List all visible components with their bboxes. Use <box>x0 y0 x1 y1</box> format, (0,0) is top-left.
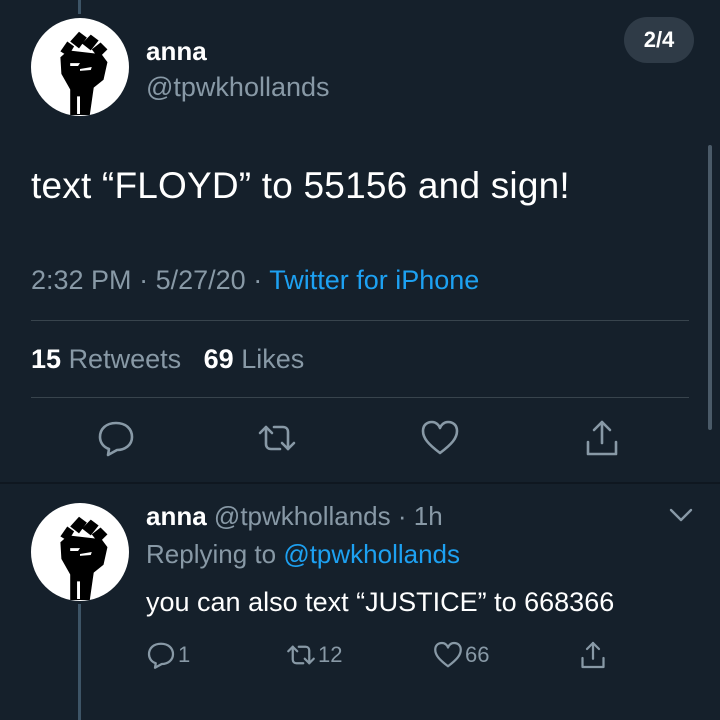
author-handle[interactable]: @tpwkhollands <box>146 72 330 103</box>
reply-header: anna @tpwkhollands · 1h <box>146 501 443 532</box>
thread-line-bottom <box>78 604 81 720</box>
raised-fist-icon <box>60 31 108 116</box>
reply-share-button[interactable] <box>578 638 610 672</box>
retweets-stat[interactable]: 15 Retweets <box>31 344 181 374</box>
scrollbar[interactable] <box>708 145 712 430</box>
reply-author-handle[interactable]: @tpwkhollands <box>214 501 391 531</box>
share-icon <box>581 641 605 669</box>
raised-fist-icon <box>60 516 108 601</box>
like-icon <box>434 641 462 668</box>
avatar[interactable] <box>31 18 129 116</box>
likes-label: Likes <box>241 344 305 374</box>
tweet-source-link[interactable]: Twitter for iPhone <box>269 265 479 295</box>
reply-reply-button[interactable]: 1 <box>146 638 190 672</box>
reply-icon[interactable] <box>96 418 136 458</box>
chevron-down-icon[interactable] <box>667 505 695 525</box>
reply-age: 1h <box>413 501 443 531</box>
section-divider <box>0 482 720 484</box>
replying-to: Replying to @tpwkhollands <box>146 539 460 570</box>
replying-to-mention[interactable]: @tpwkhollands <box>283 539 460 569</box>
tweet-text: text “FLOYD” to 55156 and sign! <box>31 165 570 206</box>
meta-separator: · <box>253 265 263 295</box>
likes-count: 69 <box>203 344 234 374</box>
like-icon[interactable] <box>420 418 460 458</box>
share-icon[interactable] <box>582 418 622 458</box>
tweet-stats: 15 Retweets 69 Likes <box>31 344 304 375</box>
retweet-count: 12 <box>318 642 343 667</box>
retweet-icon[interactable] <box>257 418 297 458</box>
tweet-date: 5/27/20 <box>155 265 246 295</box>
reply-action-bar: 1 12 66 <box>0 638 720 678</box>
author-name[interactable]: anna <box>146 36 207 67</box>
reply-icon <box>147 642 175 669</box>
meta-separator: · <box>139 265 149 295</box>
divider <box>31 320 689 321</box>
like-count: 66 <box>465 642 490 667</box>
thread-line-top <box>78 0 81 14</box>
reply-like-button[interactable]: 66 <box>433 638 489 672</box>
page-indicator-badge: 2/4 <box>624 17 694 63</box>
meta-separator: · <box>397 501 407 531</box>
reply-count: 1 <box>178 642 191 667</box>
tweet-time: 2:32 PM <box>31 265 132 295</box>
retweets-count: 15 <box>31 344 62 374</box>
likes-stat[interactable]: 69 Likes <box>204 344 305 374</box>
reply-author-name[interactable]: anna <box>146 501 207 531</box>
tweet-action-bar <box>0 418 720 468</box>
retweet-icon <box>287 645 315 665</box>
reply-text: you can also text “JUSTICE” to 668366 <box>146 587 615 617</box>
replying-to-label: Replying to <box>146 539 277 569</box>
reply-retweet-button[interactable]: 12 <box>286 638 342 672</box>
reply-avatar[interactable] <box>31 503 129 601</box>
retweets-label: Retweets <box>68 344 182 374</box>
divider <box>31 397 689 398</box>
tweet-meta: 2:32 PM · 5/27/20 · Twitter for iPhone <box>31 265 479 296</box>
